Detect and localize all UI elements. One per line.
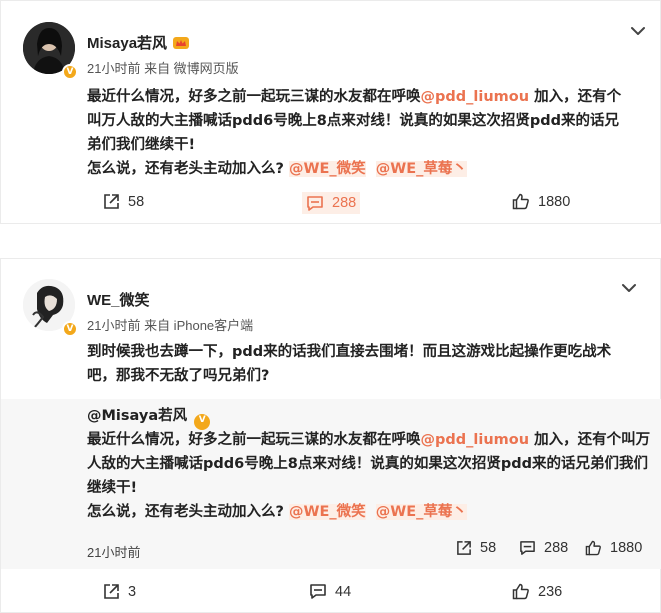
repost-count: 58 (128, 193, 145, 210)
repost-icon (104, 584, 119, 599)
text-span: 最近什么情况，好多之前一起玩三谋的水友都在呼唤 (87, 89, 421, 105)
chevron-down-icon[interactable] (628, 21, 648, 41)
post-line: 弟们我们继续干! (87, 137, 196, 153)
quoted-like-button[interactable]: 1880 (585, 540, 642, 556)
quoted-author[interactable]: @Misaya若风 (87, 408, 187, 424)
comment-count: 288 (544, 540, 569, 556)
post-line: 叫万人敌的大主播喊话pdd6号晚上8点来对线！说真的如果这次招贤pdd来的话兄 (87, 113, 619, 129)
text-span: 加入，还有个叫万 (529, 432, 651, 448)
quoted-body: 最近什么情况，好多之前一起玩三谋的水友都在呼唤@pdd_liumou 加入，还有… (87, 428, 650, 524)
post-meta: 21小时前 来自 iPhone客户端 (87, 318, 254, 333)
comment-count: 288 (332, 195, 357, 211)
mention-link[interactable]: @WE_微笑 (288, 504, 366, 520)
post-line: 继续干! (87, 480, 138, 496)
repost-button[interactable]: 58 (103, 193, 144, 210)
post-line: 吧，那我不无敌了吗兄弟们? (87, 368, 270, 384)
card-separator (0, 224, 661, 258)
text-span: 怎么说，还有老头主动加入么? (87, 504, 284, 520)
mention-link[interactable]: @WE_微笑 (288, 161, 366, 177)
quoted-post[interactable]: @Misaya若风 V 最近什么情况，好多之前一起玩三谋的水友都在呼唤@pdd_… (1, 399, 661, 569)
post-line: 到时候我也去蹲一下，pdd来的话我们直接去围堵！而且这游戏比起操作更吃战术 (87, 344, 612, 360)
repost-button[interactable]: 3 (103, 583, 136, 600)
text-span: 最近什么情况，好多之前一起玩三谋的水友都在呼唤 (87, 432, 421, 448)
post-line: 最近什么情况，好多之前一起玩三谋的水友都在呼唤@pdd_liumou 加入，还有… (87, 85, 621, 109)
like-count: 1880 (610, 540, 643, 556)
repost-count: 58 (480, 540, 497, 556)
mention-link[interactable]: @WE_草莓丶 (375, 161, 467, 177)
like-button[interactable]: 1880 (512, 193, 570, 210)
comment-icon (307, 195, 323, 211)
post-body: 到时候我也去蹲一下，pdd来的话我们直接去围堵！而且这游戏比起操作更吃战术 吧，… (87, 340, 611, 388)
post-line: 最近什么情况，好多之前一起玩三谋的水友都在呼唤@pdd_liumou 加入，还有… (87, 428, 650, 452)
mention-link[interactable]: @pdd_liumou (421, 89, 530, 105)
thumbs-up-icon (512, 583, 529, 600)
repost-count: 3 (128, 583, 137, 600)
mention-link[interactable]: @pdd_liumou (421, 432, 530, 448)
like-button[interactable]: 236 (512, 583, 562, 600)
username[interactable]: Misaya若风 (87, 35, 167, 52)
verified-badge-icon: V (62, 64, 78, 80)
repost-icon (104, 194, 119, 209)
post-meta: 21小时前 来自 微博网页版 (87, 61, 239, 76)
text-span: 加入，还有个 (529, 89, 622, 105)
comment-count: 44 (335, 583, 352, 600)
thumbs-up-icon (585, 540, 601, 556)
mention-link[interactable]: @WE_草莓丶 (375, 504, 467, 520)
thumbs-up-icon (512, 193, 529, 210)
post-card-we-weixiao: V WE_微笑 21小时前 来自 iPhone客户端 到时候我也去蹲一下，pdd… (0, 258, 661, 613)
chevron-down-icon[interactable] (619, 278, 639, 298)
quoted-comment-button[interactable]: 288 (519, 540, 568, 556)
comment-icon (520, 541, 535, 555)
verified-badge-icon: V (62, 321, 78, 337)
comment-button[interactable]: 288 (302, 192, 361, 214)
post-line: 人敌的大主播喊话pdd6号晚上8点来对线！说真的如果这次招贤pdd来的话兄弟们我… (87, 456, 648, 472)
username-row: Misaya若风 (87, 32, 190, 53)
post-line: 怎么说，还有老头主动加入么? @WE_微笑 @WE_草莓丶 (87, 157, 621, 181)
post-line: 怎么说，还有老头主动加入么? @WE_微笑 @WE_草莓丶 (87, 500, 650, 524)
text-span: 怎么说，还有老头主动加入么? (87, 161, 284, 177)
post-card-misaya: V Misaya若风 21小时前 来自 微博网页版 最近什么情况，好多之前一起玩… (0, 0, 661, 224)
post-body: 最近什么情况，好多之前一起玩三谋的水友都在呼唤@pdd_liumou 加入，还有… (87, 85, 621, 181)
repost-icon (457, 541, 471, 555)
comment-button[interactable]: 44 (309, 583, 351, 600)
crown-icon (173, 37, 190, 49)
quoted-repost-button[interactable]: 58 (456, 540, 496, 556)
quoted-time: 21小时前 (87, 545, 141, 560)
like-count: 1880 (538, 193, 571, 210)
quoted-author-row: @Misaya若风 V (87, 404, 211, 430)
username[interactable]: WE_微笑 (87, 289, 150, 310)
comment-icon (310, 584, 326, 599)
like-count: 236 (538, 583, 563, 600)
